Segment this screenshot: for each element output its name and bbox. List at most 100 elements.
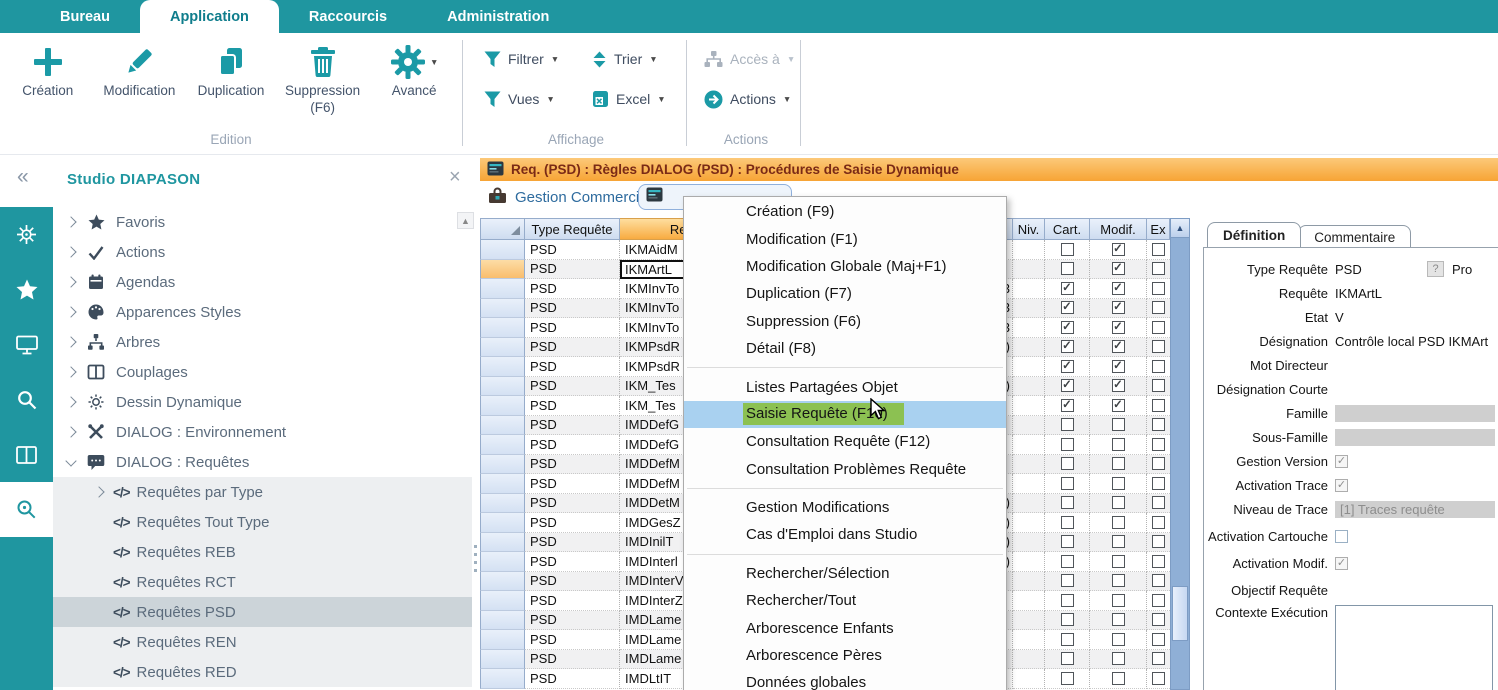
row-selector[interactable] — [480, 260, 525, 280]
checkbox-icon[interactable] — [1152, 477, 1165, 490]
button-pencil[interactable]: Modification — [94, 33, 186, 117]
checkbox-icon[interactable] — [1152, 438, 1165, 451]
chevron-right-icon[interactable] — [65, 366, 76, 377]
cell-niv[interactable] — [1013, 611, 1045, 631]
checkbox-icon[interactable]: ✓ — [1112, 282, 1125, 295]
checkbox-icon[interactable]: ✓ — [1112, 262, 1125, 275]
cell-type-requete[interactable]: PSD — [525, 650, 620, 670]
collapse-panel-button[interactable]: « — [17, 165, 29, 189]
table-scrollbar[interactable]: ▲ — [1170, 218, 1190, 690]
row-selector[interactable] — [480, 318, 525, 338]
checkbox-icon[interactable]: ✓ — [1061, 321, 1074, 334]
ribbon-tab-raccourcis[interactable]: Raccourcis — [279, 0, 417, 33]
checkbox-icon[interactable]: ✓ — [1061, 360, 1074, 373]
cell-type-requete[interactable]: PSD — [525, 338, 620, 358]
rail-item-search-pin[interactable] — [0, 482, 53, 537]
checkbox-icon[interactable] — [1152, 574, 1165, 587]
cell-modif[interactable]: ✓ — [1090, 240, 1147, 260]
cell-cart[interactable] — [1045, 572, 1090, 592]
cell-niv[interactable] — [1013, 299, 1045, 319]
cell-type-requete[interactable]: PSD — [525, 240, 620, 260]
cell-modif[interactable]: ✓ — [1090, 396, 1147, 416]
checkbox-icon[interactable] — [1152, 613, 1165, 626]
cell-type-requete[interactable]: PSD — [525, 611, 620, 631]
button-gear[interactable]: ▼Avancé — [368, 33, 460, 117]
checkbox-icon[interactable] — [1112, 418, 1125, 431]
row-selector[interactable] — [480, 591, 525, 611]
cell-ex[interactable] — [1147, 240, 1170, 260]
checkbox-icon[interactable] — [1061, 555, 1074, 568]
checkbox-icon[interactable] — [1061, 516, 1074, 529]
cell-ex[interactable] — [1147, 494, 1170, 514]
tree-subitem[interactable]: </>Requêtes RED — [53, 657, 472, 687]
button-trier[interactable]: Trier▼ — [592, 46, 694, 72]
context-menu-item[interactable]: Arborescence Pères — [684, 642, 1006, 669]
column-header-ex[interactable]: Ex — [1147, 218, 1170, 240]
help-button[interactable]: ? — [1427, 261, 1444, 277]
cell-cart[interactable] — [1045, 650, 1090, 670]
cell-modif[interactable] — [1090, 650, 1147, 670]
row-selector[interactable] — [480, 630, 525, 650]
cell-niv[interactable] — [1013, 552, 1045, 572]
cell-niv[interactable] — [1013, 455, 1045, 475]
cell-ex[interactable] — [1147, 318, 1170, 338]
row-selector[interactable] — [480, 572, 525, 592]
cell-type-requete[interactable]: PSD — [525, 474, 620, 494]
checkbox-icon[interactable]: ✓ — [1112, 321, 1125, 334]
rail-item-panels[interactable] — [0, 427, 53, 482]
checkbox-icon[interactable]: ✓ — [1061, 301, 1074, 314]
column-header-cart[interactable]: Cart. — [1045, 218, 1090, 240]
cell-cart[interactable] — [1045, 552, 1090, 572]
row-selector[interactable] — [480, 474, 525, 494]
checkbox-icon[interactable]: ✓ — [1112, 399, 1125, 412]
cell-modif[interactable] — [1090, 474, 1147, 494]
rail-item-star[interactable] — [0, 262, 53, 317]
checkbox-icon[interactable] — [1152, 282, 1165, 295]
detail-tab-commentaire[interactable]: Commentaire — [1298, 225, 1411, 247]
row-selector[interactable] — [480, 513, 525, 533]
checkbox-icon[interactable] — [1152, 633, 1165, 646]
checkbox-icon[interactable] — [1152, 399, 1165, 412]
cell-cart[interactable]: ✓ — [1045, 318, 1090, 338]
checkbox-icon[interactable] — [1061, 633, 1074, 646]
checkbox-icon[interactable] — [1152, 379, 1165, 392]
checkbox-icon[interactable] — [1061, 613, 1074, 626]
row-selector[interactable] — [480, 552, 525, 572]
context-menu-item[interactable]: Arborescence Enfants — [684, 614, 1006, 641]
tree-item[interactable]: Apparences Styles — [53, 297, 472, 327]
tree-item[interactable]: DIALOG : Environnement — [53, 417, 472, 447]
context-menu-item[interactable]: Suppression (F6) — [684, 308, 1006, 335]
cell-niv[interactable] — [1013, 572, 1045, 592]
button-trash[interactable]: Suppression (F6) — [277, 33, 369, 117]
cell-modif[interactable] — [1090, 611, 1147, 631]
cell-ex[interactable] — [1147, 611, 1170, 631]
checkbox-icon[interactable] — [1112, 496, 1125, 509]
checkbox-icon[interactable] — [1152, 418, 1165, 431]
row-selector[interactable] — [480, 455, 525, 475]
cell-type-requete[interactable]: PSD — [525, 318, 620, 338]
chevron-right-icon[interactable] — [65, 306, 76, 317]
ribbon-tab-administration[interactable]: Administration — [417, 0, 579, 33]
cell-modif[interactable]: ✓ — [1090, 299, 1147, 319]
cell-cart[interactable] — [1045, 591, 1090, 611]
checkbox-icon[interactable] — [1061, 652, 1074, 665]
cell-ex[interactable] — [1147, 669, 1170, 689]
cell-modif[interactable] — [1090, 416, 1147, 436]
cell-niv[interactable] — [1013, 240, 1045, 260]
cell-type-requete[interactable]: PSD — [525, 377, 620, 397]
cell-niv[interactable] — [1013, 416, 1045, 436]
cell-type-requete[interactable]: PSD — [525, 513, 620, 533]
cell-niv[interactable] — [1013, 435, 1045, 455]
context-menu-item[interactable]: Gestion Modifications — [684, 494, 1006, 521]
tree-item[interactable]: Couplages — [53, 357, 472, 387]
row-selector[interactable] — [480, 435, 525, 455]
rail-item-search[interactable] — [0, 372, 53, 427]
checkbox-icon[interactable] — [1335, 530, 1348, 543]
tree-subitem[interactable]: </>Requêtes PSD — [53, 597, 472, 627]
checkbox-icon[interactable]: ✓ — [1061, 379, 1074, 392]
row-selector[interactable] — [480, 669, 525, 689]
chevron-down-icon[interactable] — [65, 455, 76, 466]
cell-modif[interactable] — [1090, 591, 1147, 611]
cell-niv[interactable] — [1013, 494, 1045, 514]
column-header-type[interactable]: Type Requête — [525, 218, 620, 240]
